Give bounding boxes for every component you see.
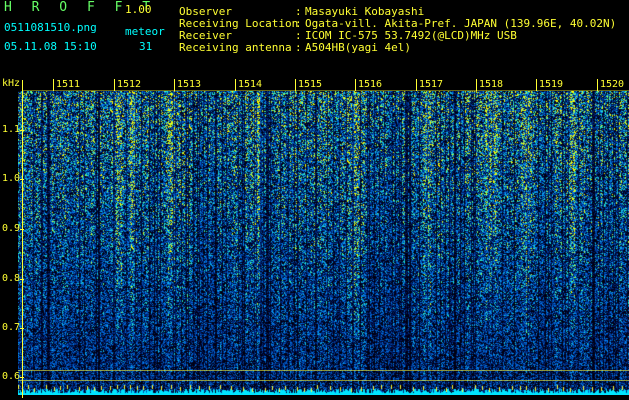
- spectrogram-canvas: [18, 91, 629, 395]
- reference-line-upper: [18, 370, 629, 371]
- minute-label: 1513: [177, 79, 202, 90]
- minute-tick: [174, 79, 175, 91]
- minute-label: 1514: [238, 79, 263, 90]
- minute-label: 1518: [479, 79, 504, 90]
- minute-label: 1516: [358, 79, 383, 90]
- y-unit-label: kHz: [2, 78, 21, 89]
- file-name: 0511081510.png: [4, 21, 97, 34]
- app-version: 1.00: [125, 3, 152, 16]
- minute-tick: [235, 79, 236, 91]
- reference-line-lower: [18, 380, 629, 381]
- y-tick-label: 0.9: [2, 223, 21, 234]
- y-axis-line: [22, 80, 23, 398]
- y-tick-mark: [20, 130, 24, 131]
- meteor-label: meteor: [125, 25, 165, 38]
- y-tick-label: 1.0: [2, 173, 21, 184]
- y-tick-mark: [20, 328, 24, 329]
- minute-tick: [416, 79, 417, 91]
- minute-label: 1519: [539, 79, 564, 90]
- minute-label: 1511: [56, 79, 81, 90]
- y-tick-mark: [20, 377, 24, 378]
- minute-tick: [536, 79, 537, 91]
- info-value: A504HB(yagi 4el): [305, 41, 411, 54]
- minute-label: 1512: [117, 79, 142, 90]
- minute-label: 1520: [600, 79, 625, 90]
- minute-tick: [114, 79, 115, 91]
- y-tick-label: 1.1: [2, 124, 21, 135]
- minute-label: 1517: [419, 79, 444, 90]
- minute-tick: [295, 79, 296, 91]
- minute-label: 1515: [298, 79, 323, 90]
- file-datetime: 05.11.08 15:10: [4, 40, 97, 53]
- y-tick-label: 0.8: [2, 273, 21, 284]
- y-tick-label: 0.7: [2, 322, 21, 333]
- y-tick-mark: [20, 179, 24, 180]
- minute-tick: [355, 79, 356, 91]
- y-tick-mark: [20, 229, 24, 230]
- y-tick-mark: [20, 279, 24, 280]
- meteor-count: 31: [139, 40, 153, 53]
- minute-tick: [53, 79, 54, 91]
- minute-tick: [476, 79, 477, 91]
- info-label: Receiving antenna: [179, 41, 292, 54]
- y-tick-label: 0.6: [2, 371, 21, 382]
- info-row-antenna: Receiving antenna : A504HB(yagi 4el): [179, 42, 624, 54]
- minute-tick: [597, 79, 598, 91]
- info-colon: :: [295, 41, 302, 54]
